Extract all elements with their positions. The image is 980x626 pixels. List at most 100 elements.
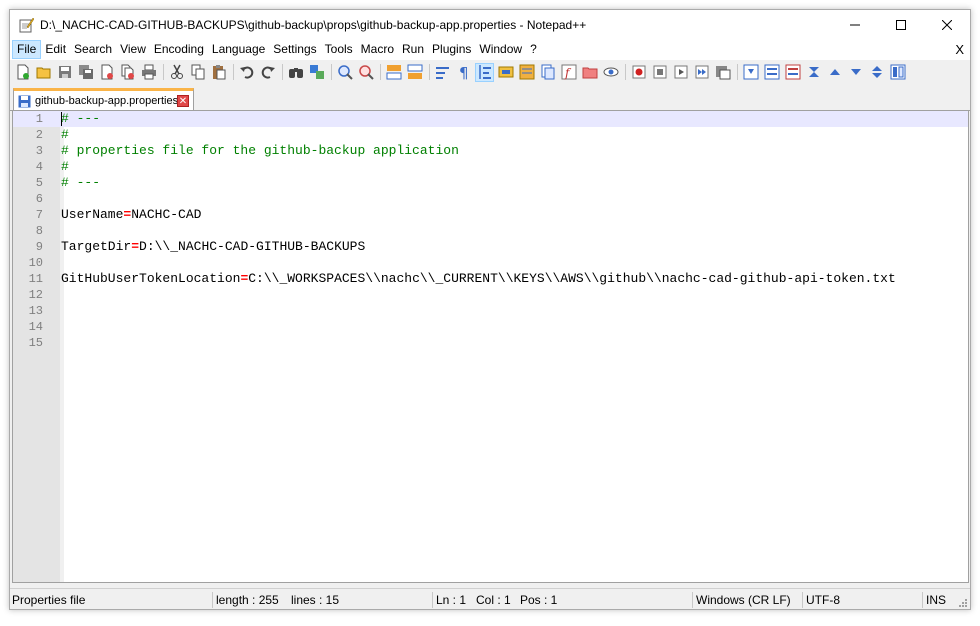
document-map-button[interactable] xyxy=(517,63,536,82)
editor-line[interactable]: 14 xyxy=(13,319,968,335)
tab-close-icon[interactable]: ✕ xyxy=(177,95,189,107)
menu-window[interactable]: Window xyxy=(475,40,526,59)
print-button[interactable] xyxy=(139,63,158,82)
toolbar-separator xyxy=(282,64,283,80)
save-all-button[interactable] xyxy=(76,63,95,82)
editor-line[interactable]: 6 xyxy=(13,191,968,207)
eye-icon xyxy=(603,67,618,77)
minimize-button[interactable] xyxy=(832,10,878,39)
editor-line[interactable]: 7 UserName=NACHC-CAD xyxy=(13,207,968,223)
comment-text: # --- xyxy=(61,111,101,126)
status-eol-format[interactable]: Windows (CR LF) xyxy=(696,589,791,609)
zoom-out-button[interactable] xyxy=(356,63,375,82)
editor-line[interactable]: 13 xyxy=(13,303,968,319)
menu-tools[interactable]: Tools xyxy=(321,40,357,59)
editor-line[interactable]: 8 xyxy=(13,223,968,239)
stop-macro-button[interactable] xyxy=(650,63,669,82)
editor-line[interactable]: 4 # xyxy=(13,159,968,175)
editor-line[interactable]: 15 xyxy=(13,335,968,351)
save-macro-button[interactable] xyxy=(713,63,732,82)
status-divider xyxy=(212,592,213,608)
plugin-button-6[interactable] xyxy=(846,63,865,82)
folder-icon xyxy=(582,67,597,79)
status-insert-mode[interactable]: INS xyxy=(926,589,946,609)
close-button[interactable] xyxy=(924,10,970,39)
doc-list-button[interactable] xyxy=(538,63,557,82)
folder-workspace-button[interactable] xyxy=(580,63,599,82)
monitoring-button[interactable] xyxy=(601,63,620,82)
close-document-button[interactable]: X xyxy=(955,39,964,60)
new-file-button[interactable] xyxy=(13,63,32,82)
indent-guide-icon xyxy=(478,65,491,79)
toolbar-separator xyxy=(429,64,430,80)
close-all-button[interactable] xyxy=(118,63,137,82)
menu-language[interactable]: Language xyxy=(208,40,269,59)
menu-file[interactable]: File xyxy=(12,40,42,59)
menu-help[interactable]: ? xyxy=(526,40,541,59)
maximize-button[interactable] xyxy=(878,10,924,39)
property-value: D:\\_NACHC-CAD-GITHUB-BACKUPS xyxy=(139,239,366,254)
editor-line[interactable]: 11 GitHubUserTokenLocation=C:\\_WORKSPAC… xyxy=(13,271,968,287)
menu-edit[interactable]: Edit xyxy=(41,40,70,59)
find-button[interactable] xyxy=(286,63,305,82)
show-all-chars-button[interactable]: ¶ xyxy=(454,63,473,82)
replace-button[interactable] xyxy=(307,63,326,82)
run-macro-multiple-button[interactable] xyxy=(692,63,711,82)
fast-forward-icon xyxy=(695,65,708,79)
function-list-button[interactable]: f xyxy=(559,63,578,82)
tab-github-backup-app-properties[interactable]: github-backup-app.properties ✕ xyxy=(13,88,194,111)
status-divider xyxy=(692,592,693,608)
line-number: 10 xyxy=(28,256,43,270)
menu-plugins[interactable]: Plugins xyxy=(428,40,475,59)
property-key: TargetDir xyxy=(61,239,132,254)
cut-button[interactable] xyxy=(167,63,186,82)
undo-button[interactable] xyxy=(237,63,256,82)
save-button[interactable] xyxy=(55,63,74,82)
toolbar-separator xyxy=(331,64,332,80)
comment-text: # --- xyxy=(61,175,101,190)
text-editor[interactable]: 1 # --- 2 # 3 # properties file for the … xyxy=(12,110,969,583)
play-macro-button[interactable] xyxy=(671,63,690,82)
paste-icon xyxy=(212,65,225,80)
menu-encoding[interactable]: Encoding xyxy=(150,40,208,59)
editor-line-current[interactable]: 1 # --- xyxy=(13,111,968,127)
zoom-in-button[interactable] xyxy=(335,63,354,82)
plugin-button-2[interactable] xyxy=(762,63,781,82)
plugin-button-8[interactable] xyxy=(888,63,907,82)
tab-bar: github-backup-app.properties ✕ xyxy=(10,86,970,111)
editor-line[interactable]: 12 xyxy=(13,287,968,303)
plugin-button-1[interactable] xyxy=(741,63,760,82)
status-position: Pos : 1 xyxy=(520,593,558,607)
menu-view[interactable]: View xyxy=(116,40,150,59)
editor-line[interactable]: 5 # --- xyxy=(13,175,968,191)
record-macro-button[interactable] xyxy=(629,63,648,82)
plugin-button-5[interactable] xyxy=(825,63,844,82)
copy-button[interactable] xyxy=(188,63,207,82)
paste-button[interactable] xyxy=(209,63,228,82)
editor-line[interactable]: 3 # properties file for the github-backu… xyxy=(13,143,968,159)
download-icon xyxy=(743,64,758,80)
close-file-button[interactable] xyxy=(97,63,116,82)
sync-horizontal-button[interactable] xyxy=(405,63,424,82)
user-language-button[interactable] xyxy=(496,63,515,82)
menu-run[interactable]: Run xyxy=(398,40,428,59)
word-wrap-button[interactable] xyxy=(433,63,452,82)
menu-search[interactable]: Search xyxy=(70,40,116,59)
resize-grip-icon[interactable] xyxy=(958,598,968,608)
menu-macro[interactable]: Macro xyxy=(357,40,398,59)
status-lines: lines : 15 xyxy=(291,593,340,607)
line-number: 2 xyxy=(35,128,43,142)
editor-line[interactable]: 9 TargetDir=D:\\_NACHC-CAD-GITHUB-BACKUP… xyxy=(13,239,968,255)
editor-line[interactable]: 2 # xyxy=(13,127,968,143)
open-file-button[interactable] xyxy=(34,63,53,82)
indent-guide-button[interactable] xyxy=(475,62,494,82)
plugin-button-4[interactable] xyxy=(804,63,823,82)
menu-settings[interactable]: Settings xyxy=(269,40,320,59)
list-view-icon xyxy=(764,64,779,80)
plugin-button-3[interactable] xyxy=(783,63,802,82)
editor-line[interactable]: 10 xyxy=(13,255,968,271)
status-encoding[interactable]: UTF-8 xyxy=(806,589,840,609)
sync-vertical-button[interactable] xyxy=(384,63,403,82)
plugin-button-7[interactable] xyxy=(867,63,886,82)
redo-button[interactable] xyxy=(258,63,277,82)
